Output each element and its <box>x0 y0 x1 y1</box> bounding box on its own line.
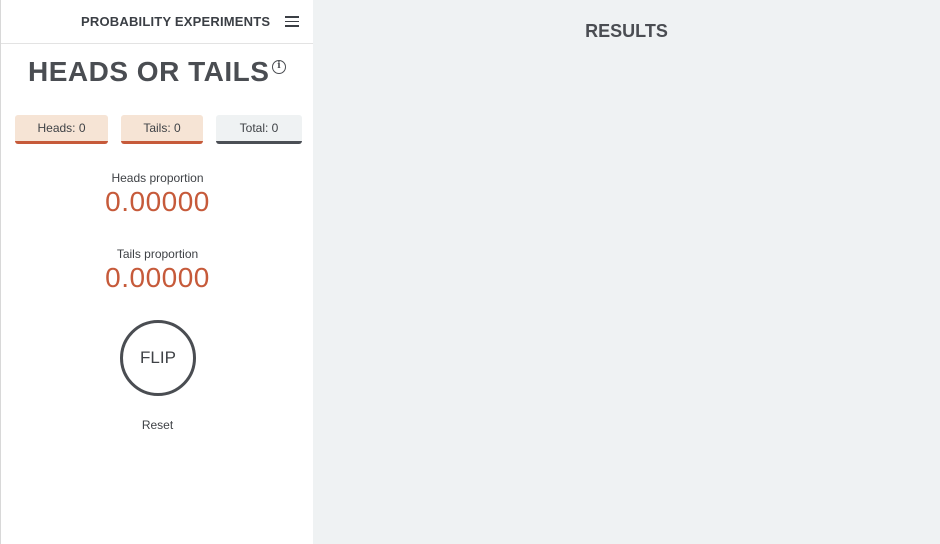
hamburger-menu-icon[interactable] <box>285 16 299 27</box>
reset-button[interactable]: Reset <box>1 418 314 432</box>
flip-button[interactable]: FLIP <box>120 320 196 396</box>
heads-proportion-value: 0.00000 <box>105 186 210 217</box>
info-icon[interactable]: i <box>272 60 286 74</box>
heads-proportion-label: Heads proportion <box>111 171 204 185</box>
tails-proportion-value: 0.00000 <box>105 262 210 293</box>
tails-counter: Tails: 0 <box>121 115 203 144</box>
page-title: HEADS OR TAILS <box>28 56 270 87</box>
experiment-panel: PROBABILITY EXPERIMENTS HEADS OR TAILS i… <box>0 0 313 544</box>
tails-proportion-label: Tails proportion <box>116 247 199 261</box>
results-panel: RESULTS <box>313 0 940 544</box>
app-title: PROBABILITY EXPERIMENTS <box>81 14 271 29</box>
heads-counter: Heads: 0 <box>15 115 108 144</box>
top-bar: PROBABILITY EXPERIMENTS <box>1 0 313 44</box>
total-counter: Total: 0 <box>216 115 302 144</box>
app: PROBABILITY EXPERIMENTS HEADS OR TAILS i… <box>0 0 940 544</box>
results-title: RESULTS <box>585 21 668 41</box>
